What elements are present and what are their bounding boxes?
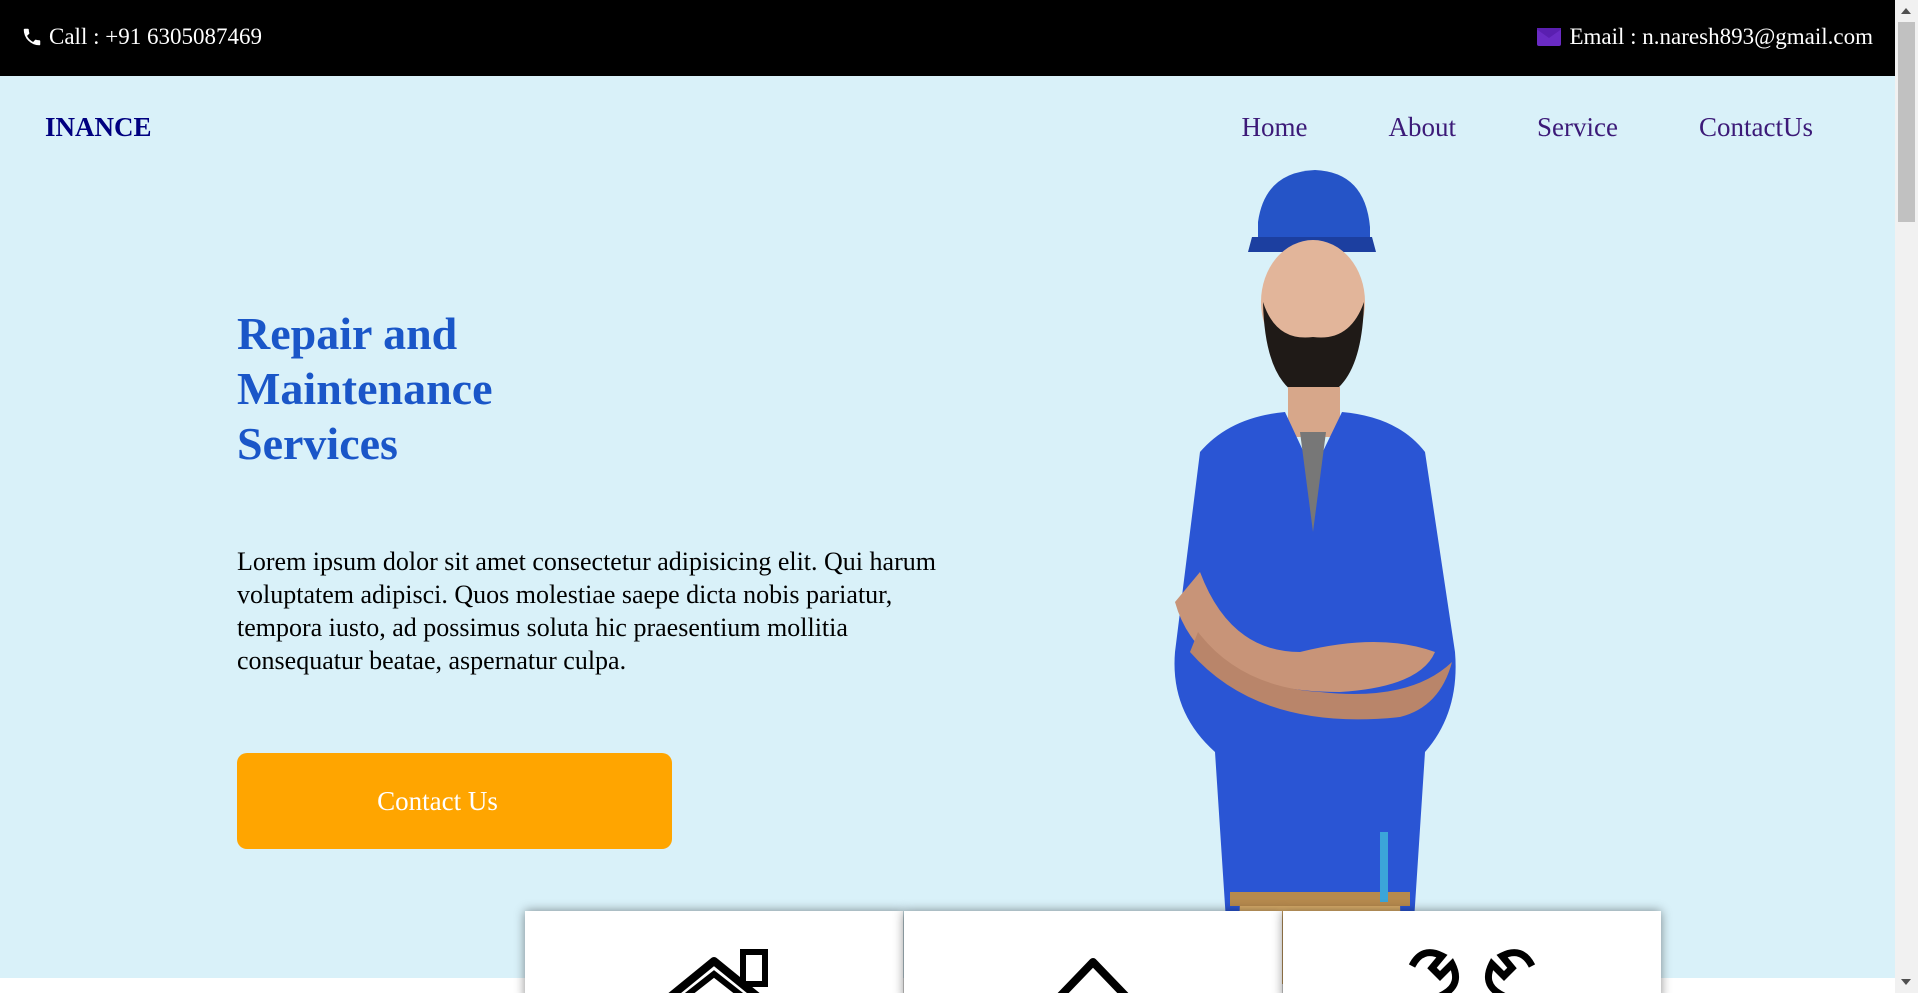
hero-title: Repair and Maintenance Services <box>237 308 493 469</box>
scroll-down-arrow-icon[interactable] <box>1901 979 1911 985</box>
phone-icon <box>21 26 43 48</box>
email-text: Email : n.naresh893@gmail.com <box>1569 24 1873 49</box>
page: Call : +91 6305087469 Email : n.naresh89… <box>0 0 1918 993</box>
contact-us-button[interactable]: Contact Us <box>237 753 672 849</box>
site-logo[interactable]: INANCE <box>45 112 152 143</box>
top-contact-bar: Call : +91 6305087469 Email : n.naresh89… <box>0 0 1895 76</box>
feature-card[interactable] <box>525 911 903 993</box>
hero-description: Lorem ipsum dolor sit amet consectetur a… <box>237 547 936 675</box>
feature-card[interactable] <box>1283 911 1661 993</box>
repairman-photo <box>1080 132 1540 984</box>
scrollbar-thumb[interactable] <box>1898 22 1915 222</box>
page-scrollbar[interactable] <box>1895 0 1918 993</box>
envelope-icon <box>1537 28 1562 46</box>
nav-contact-us[interactable]: ContactUs <box>1699 112 1813 143</box>
hero-section: INANCE Home About Service ContactUs Repa… <box>0 76 1895 984</box>
feature-card[interactable] <box>904 911 1282 993</box>
call-text: Call : +91 6305087469 <box>49 24 262 49</box>
feature-cards <box>525 911 1662 993</box>
email-info[interactable]: Email : n.naresh893@gmail.com <box>1537 24 1873 50</box>
scroll-up-arrow-icon[interactable] <box>1901 8 1911 14</box>
nav-service[interactable]: Service <box>1537 112 1618 143</box>
call-info[interactable]: Call : +91 6305087469 <box>21 24 262 50</box>
